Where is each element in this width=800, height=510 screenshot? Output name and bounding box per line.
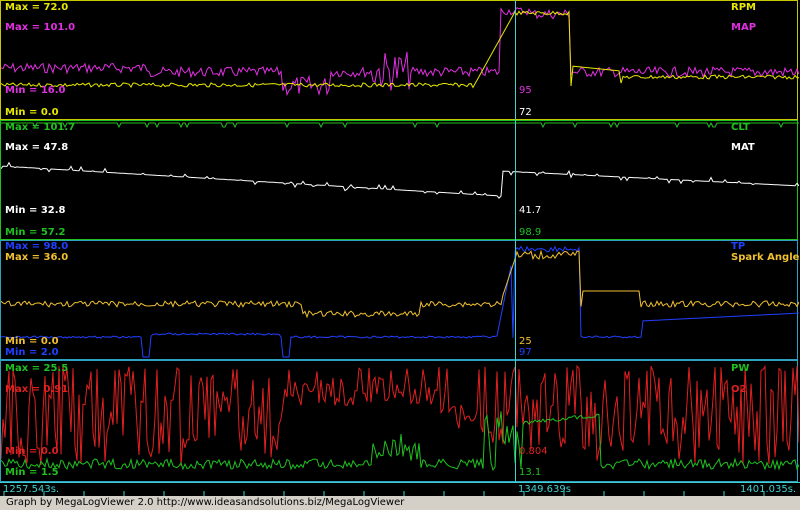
time-cursor-label: 1349.639s [518,484,571,495]
label-max-spark: Max = 36.0 [5,252,69,263]
label-max-clt: Max = 101.7 [5,122,76,133]
label-min-o2: Min = 0.0 [5,446,59,457]
cursor-value-mat: 41.7 [519,205,542,216]
cursor-value-clt: 98.9 [519,227,542,238]
trace-mat [1,161,799,199]
label-min-tp: Min = 2.0 [5,347,59,358]
trace-spark [1,249,799,319]
trace-clt [1,121,799,129]
label-min-pw: Min = 1.5 [5,467,59,478]
time-ticks [3,491,765,497]
cursor-value-o2: 0.804 [519,446,548,457]
chart-panel-pw-o2[interactable]: Max = 25.5 Max = 0.91 Min = 0.0 Min = 1.… [0,360,799,482]
series-name-clt: CLT [731,122,750,133]
series-name-spark: Spark Angle [731,252,800,263]
label-max-o2: Max = 0.91 [5,384,69,395]
series-name-mat: MAT [731,142,755,153]
time-start-label: 1257.543s. [3,484,60,495]
cursor-value-map: 95 [519,85,532,96]
label-min-rpm: Min = 0.0 [5,107,59,118]
trace-tp [1,245,799,358]
trace-pw [1,411,799,472]
trace-rpm [1,10,799,89]
series-name-map: MAP [731,22,757,33]
label-min-clt: Min = 57.2 [5,227,66,238]
label-min-mat: Min = 32.8 [5,205,66,216]
trace-map [1,7,799,97]
time-cursor-line[interactable] [515,0,516,490]
plot-rpm-map [1,7,799,97]
cursor-value-rpm: 72 [519,107,532,118]
series-name-rpm: RPM [731,2,756,13]
footer-credit: Graph by MegaLogViewer 2.0 http://www.id… [0,496,800,510]
series-name-o2: O2 [731,384,747,395]
cursor-value-tp: 97 [519,347,532,358]
label-min-map: Min = 16.0 [5,85,66,96]
time-end-label: 1401.035s. [740,484,797,495]
plot-clt-mat [1,121,799,199]
label-max-rpm: Max = 72.0 [5,2,69,13]
chart-panel-tp-spark[interactable]: Max = 98.0 Max = 36.0 Min = 0.0 Min = 2.… [0,240,800,360]
series-name-pw: PW [731,363,750,374]
plot-pw-o2 [1,364,799,472]
plot-tp-spark [1,245,799,358]
label-max-mat: Max = 47.8 [5,142,69,153]
label-max-pw: Max = 25.5 [5,363,69,374]
footer-text: Graph by MegaLogViewer 2.0 http://www.id… [6,497,405,508]
chart-panel-clt-mat[interactable]: Max = 101.7 Max = 47.8 Min = 32.8 Min = … [0,120,799,240]
chart-panel-rpm-map[interactable]: Max = 72.0 Max = 101.0 Min = 16.0 Min = … [0,0,799,120]
cursor-value-pw: 13.1 [519,467,542,478]
label-max-map: Max = 101.0 [5,22,76,33]
trace-o2 [1,364,799,466]
time-axis[interactable]: 1257.543s. 1349.639s 1401.035s. [0,482,800,497]
